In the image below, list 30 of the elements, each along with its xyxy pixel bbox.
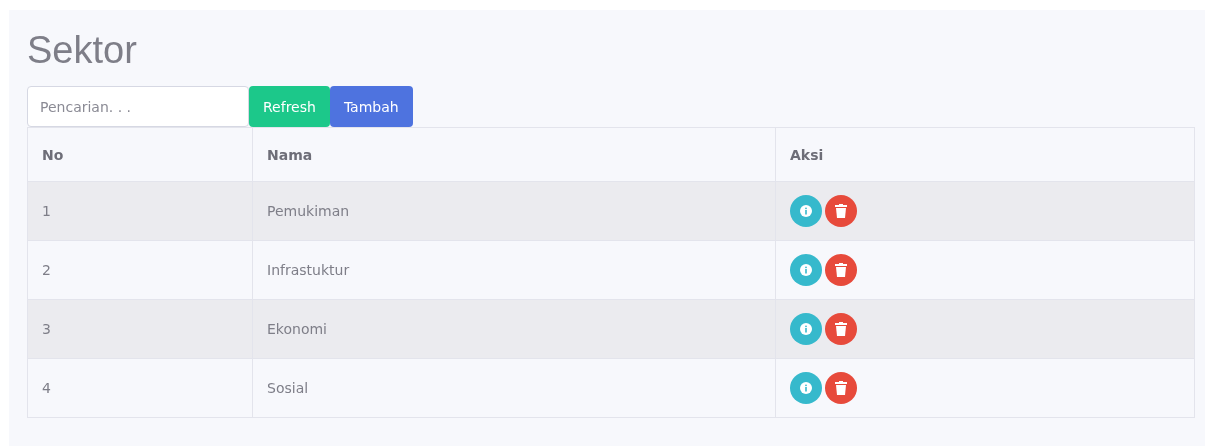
column-header: Aksi [775, 127, 1195, 182]
table-cell: Infrastuktur [252, 240, 776, 300]
delete-button[interactable] [825, 313, 857, 345]
info-icon [800, 205, 812, 217]
column-header: Nama [252, 127, 776, 182]
table-cell: 2 [27, 240, 253, 300]
trash-icon [835, 381, 847, 395]
page-title: Sektor [27, 28, 138, 72]
table-cell: 1 [27, 181, 253, 241]
info-button[interactable] [790, 372, 822, 404]
add-button[interactable]: Tambah [329, 86, 413, 127]
info-button[interactable] [790, 254, 822, 286]
column-header: No [27, 127, 253, 182]
trash-icon [835, 322, 847, 336]
table-cell: Ekonomi [252, 299, 776, 359]
trash-icon [835, 263, 847, 277]
table-cell: 3 [27, 299, 253, 359]
info-icon [800, 323, 812, 335]
delete-button[interactable] [825, 254, 857, 286]
info-icon [800, 264, 812, 276]
delete-button[interactable] [825, 195, 857, 227]
table-cell: Sosial [252, 358, 776, 418]
table-cell: Pemukiman [252, 181, 776, 241]
info-icon [800, 382, 812, 394]
trash-icon [835, 204, 847, 218]
info-button[interactable] [790, 195, 822, 227]
delete-button[interactable] [825, 372, 857, 404]
search-field[interactable]: Pencarian. . . [27, 86, 249, 127]
info-button[interactable] [790, 313, 822, 345]
table-cell: 4 [27, 358, 253, 418]
